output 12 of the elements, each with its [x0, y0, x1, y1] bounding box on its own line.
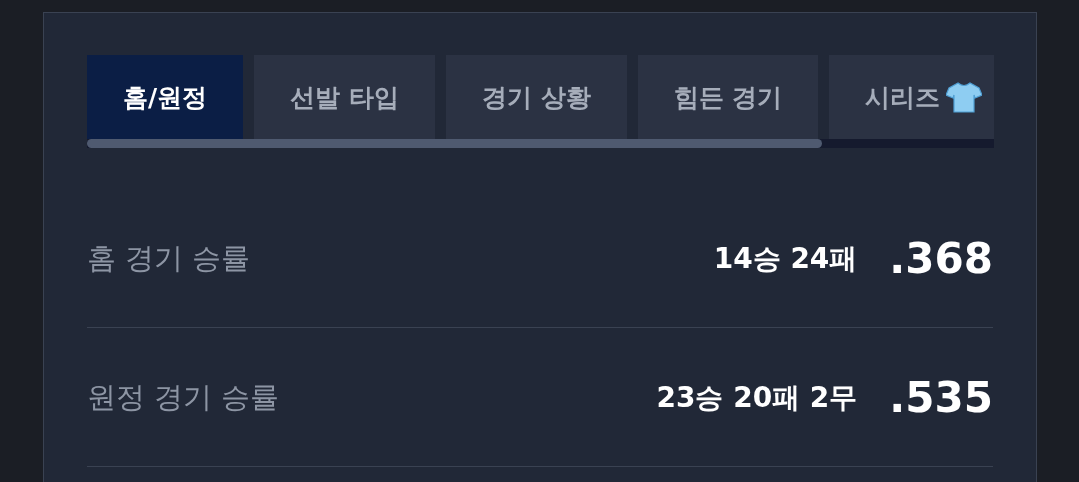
win-rate: .368 [889, 234, 993, 283]
tab[interactable]: 힘든 경기 [637, 55, 819, 139]
tab[interactable]: 선발 타입 [254, 55, 435, 139]
tab[interactable]: 시리즈 [829, 55, 994, 139]
scrollbar-thumb[interactable] [87, 139, 822, 148]
win-rate: .535 [889, 373, 993, 422]
tab[interactable]: 홈/원정 [87, 55, 244, 139]
stat-label: 원정 경기 승률 [87, 378, 281, 416]
win-loss-record: 14승 24패 [713, 240, 858, 277]
win-loss-record: 23승 20패 2무 [656, 379, 858, 416]
tab[interactable]: 경기 상황 [445, 55, 627, 139]
stat-label: 홈 경기 승률 [87, 239, 252, 277]
